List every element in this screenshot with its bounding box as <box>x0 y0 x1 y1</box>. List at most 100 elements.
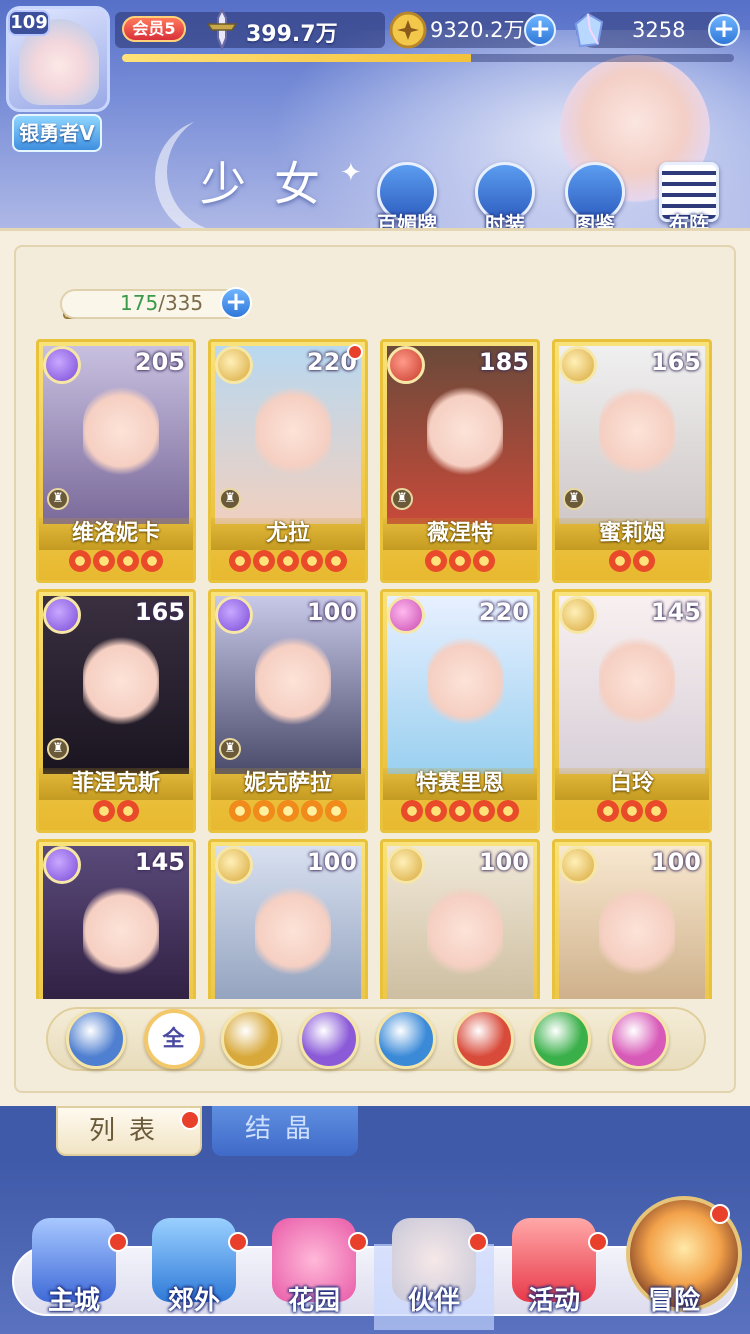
star-icon <box>425 800 447 822</box>
roster-count-total: 335 <box>164 291 204 315</box>
roster-count-separator: / <box>158 291 165 315</box>
rook-position-icon: ♜ <box>219 488 241 510</box>
star-icon <box>449 550 471 572</box>
star-icon <box>253 550 275 572</box>
filter-wind-button[interactable] <box>66 1009 126 1069</box>
character-card[interactable]: 220 特赛里恩 <box>380 589 540 833</box>
nav-garden[interactable]: 花园 <box>254 1218 374 1330</box>
star-icon <box>473 550 495 572</box>
character-card[interactable]: 100 <box>208 839 368 999</box>
star-rating <box>39 550 193 574</box>
character-card-grid: 205 ♜ 维洛妮卡 220 ♜ 尤拉 185 ♜ 薇涅特 165 ♜ 蜜莉姆 165 ♜ 菲涅克斯 100 ♜… <box>36 339 716 999</box>
character-card[interactable]: 100 <box>552 839 712 999</box>
codex-button[interactable]: 图鉴 <box>560 162 630 236</box>
star-icon <box>449 800 471 822</box>
nav-main-city[interactable]: 主城 <box>14 1218 134 1330</box>
star-icon <box>229 800 251 822</box>
exp-bar <box>122 54 734 62</box>
gold-value: 9320.2万 <box>430 18 525 42</box>
notification-dot <box>348 1232 368 1252</box>
formation-button[interactable]: 布阵 <box>654 162 724 236</box>
filter-water-button[interactable] <box>376 1009 436 1069</box>
crystal-gem-icon <box>574 12 604 48</box>
power-value: 399.7万 <box>246 22 338 47</box>
character-name: 维洛妮卡 <box>39 518 193 550</box>
tab-crystal[interactable]: 结晶 <box>212 1106 358 1156</box>
roster-capacity-text: 175/335 <box>120 291 203 315</box>
character-face <box>255 636 331 726</box>
character-card[interactable]: 165 ♜ 菲涅克斯 <box>36 589 196 833</box>
rook-position-icon: ♜ <box>563 488 585 510</box>
character-card[interactable]: 100 ♜ 妮克萨拉 <box>208 589 368 833</box>
star-icon <box>301 550 323 572</box>
character-name: 白玲 <box>555 768 709 800</box>
filter-tornado-button[interactable] <box>531 1009 591 1069</box>
character-face <box>427 886 503 976</box>
character-name: 尤拉 <box>211 518 365 550</box>
rook-position-icon: ♜ <box>47 488 69 510</box>
notification-dot <box>180 1110 200 1130</box>
expand-roster-button[interactable]: + <box>220 287 252 319</box>
notification-dot <box>228 1232 248 1252</box>
filter-star-button[interactable] <box>608 1009 669 1069</box>
star-icon <box>117 550 139 572</box>
character-card[interactable]: 145 <box>36 839 196 999</box>
filter-fire-button[interactable] <box>453 1009 514 1069</box>
star-icon <box>597 800 619 822</box>
add-gem-button[interactable]: + <box>708 14 740 46</box>
filter-moon-button[interactable] <box>298 1009 359 1069</box>
character-card[interactable]: 185 ♜ 薇涅特 <box>380 339 540 583</box>
star-icon <box>117 800 139 822</box>
nav-label: 活动 <box>527 1286 580 1316</box>
character-name: 薇涅特 <box>383 518 537 550</box>
character-card[interactable]: 220 ♜ 尤拉 <box>208 339 368 583</box>
character-card[interactable]: 165 ♜ 蜜莉姆 <box>552 339 712 583</box>
character-name: 妮克萨拉 <box>211 768 365 800</box>
add-gold-button[interactable]: + <box>524 14 556 46</box>
nav-outskirts[interactable]: 郊外 <box>134 1218 254 1330</box>
filter-sun-button[interactable] <box>221 1009 281 1069</box>
character-card[interactable]: 100 <box>380 839 540 999</box>
character-level: 185 <box>478 348 529 376</box>
gem-value: 3258 <box>632 18 686 42</box>
star-icon <box>277 800 299 822</box>
rook-position-icon: ♜ <box>47 738 69 760</box>
moon-element-icon <box>43 846 81 884</box>
character-face <box>427 636 503 726</box>
character-face <box>599 886 675 976</box>
character-face <box>599 636 675 726</box>
notification-dot <box>347 344 363 360</box>
outfit-button[interactable]: 时装 <box>470 162 540 236</box>
star-icon <box>277 550 299 572</box>
sun-element-icon <box>559 346 597 384</box>
notification-dot <box>710 1204 730 1224</box>
nav-label: 花园 <box>287 1286 340 1316</box>
star-rating <box>211 550 365 574</box>
roster-panel: 175/335 + 205 ♜ 维洛妮卡 220 ♜ 尤拉 185 ♜ 薇涅特 165 ♜ 蜜莉姆 16… <box>0 228 750 1106</box>
hundred-charm-card-button[interactable]: 百媚牌 <box>372 162 442 236</box>
rook-position-icon: ♜ <box>219 738 241 760</box>
character-card[interactable]: 205 ♜ 维洛妮卡 <box>36 339 196 583</box>
moon-element-icon <box>43 596 81 634</box>
star-icon <box>69 550 91 572</box>
vip-badge[interactable]: 会员5 <box>122 16 186 42</box>
star-icon <box>325 550 347 572</box>
character-level: 205 <box>134 348 185 376</box>
star-icon <box>425 550 447 572</box>
nav-events[interactable]: 活动 <box>494 1218 614 1330</box>
tab-list[interactable]: 列表 <box>56 1106 202 1156</box>
nav-adventure[interactable]: 冒险 <box>614 1204 734 1330</box>
exp-bar-fill <box>122 54 471 62</box>
rank-title[interactable]: 银勇者V <box>12 114 102 152</box>
roster-count-current: 175 <box>120 291 159 315</box>
character-name: 菲涅克斯 <box>39 768 193 800</box>
star-rating <box>39 800 193 824</box>
sword-power-icon <box>206 8 238 51</box>
character-card[interactable]: 145 白玲 <box>552 589 712 833</box>
all-icon: 全 <box>162 1027 185 1052</box>
character-level: 145 <box>650 598 701 626</box>
character-face <box>599 386 675 476</box>
filter-all-button[interactable]: 全 <box>143 1009 204 1069</box>
nav-partners[interactable]: 伙伴 <box>374 1218 494 1330</box>
star-icon <box>497 800 519 822</box>
